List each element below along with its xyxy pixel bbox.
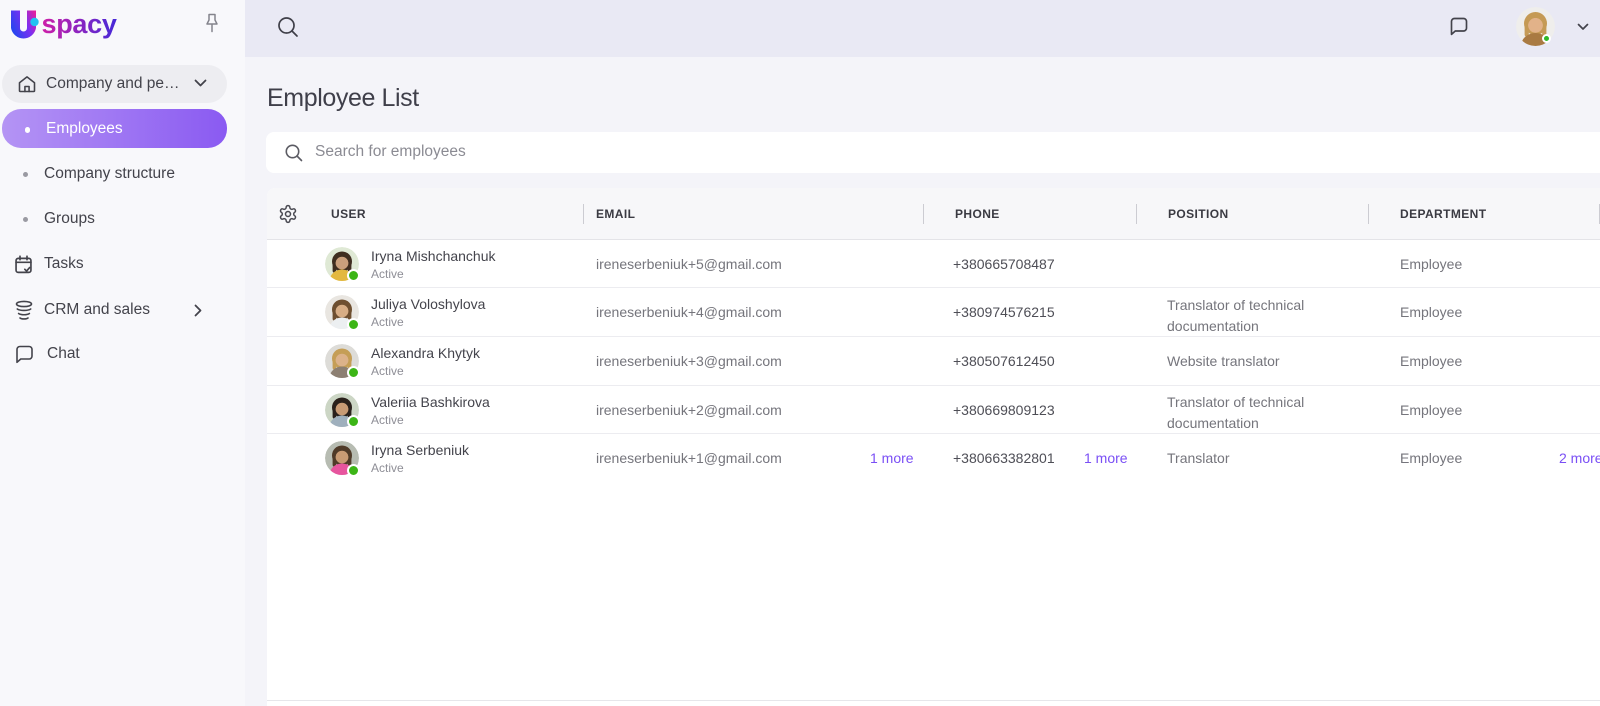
svg-text:spacy: spacy [42,9,117,39]
